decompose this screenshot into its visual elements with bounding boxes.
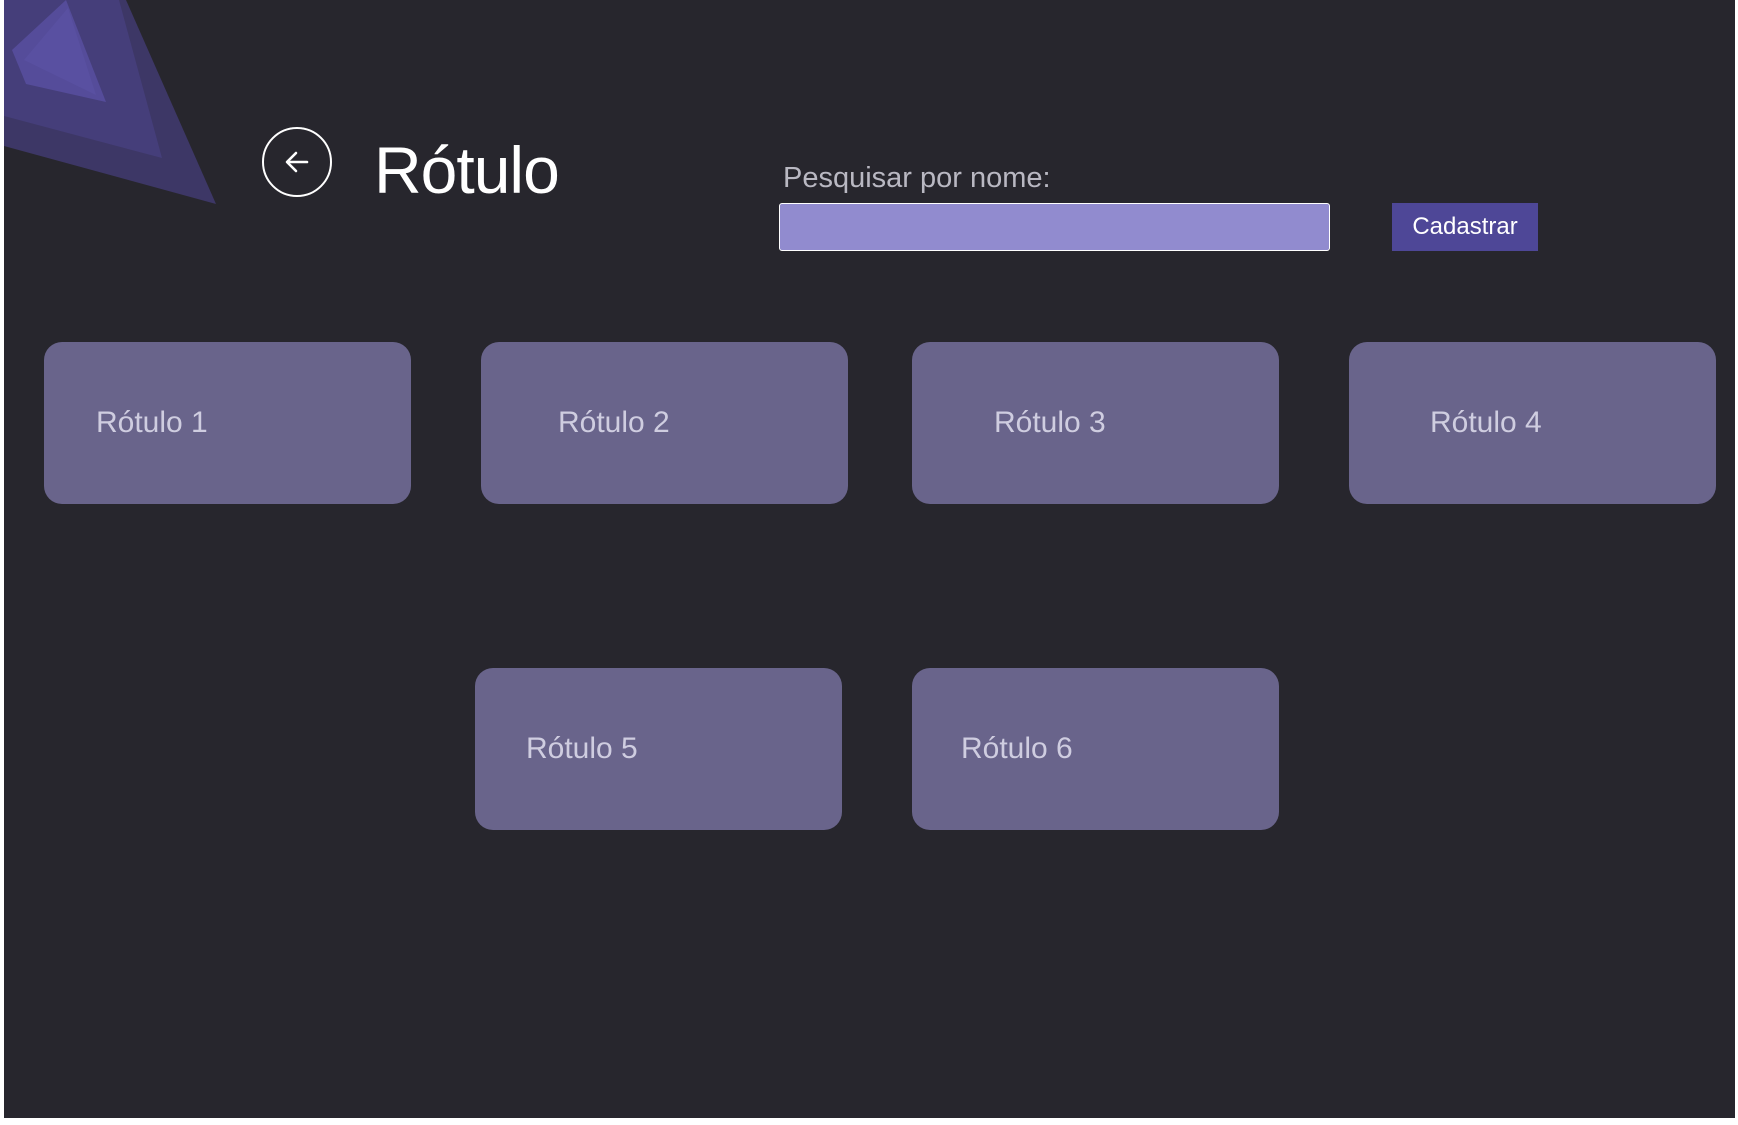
back-button[interactable] — [262, 127, 332, 197]
page-title: Rótulo — [374, 133, 560, 207]
label-card-1[interactable]: Rótulo 1 — [44, 342, 411, 504]
label-card-text: Rótulo 1 — [96, 406, 208, 439]
label-card-text: Rótulo 6 — [961, 732, 1073, 765]
label-card-text: Rótulo 4 — [1430, 406, 1542, 439]
label-card-text: Rótulo 3 — [994, 406, 1106, 439]
label-card-2[interactable]: Rótulo 2 — [481, 342, 848, 504]
label-card-text: Rótulo 2 — [558, 406, 670, 439]
decorative-triangles — [4, 0, 216, 204]
label-card-3[interactable]: Rótulo 3 — [912, 342, 1279, 504]
app-screen: Rótulo Pesquisar por nome: Cadastrar Rót… — [4, 0, 1735, 1118]
search-input[interactable] — [779, 203, 1330, 251]
register-button[interactable]: Cadastrar — [1392, 203, 1538, 251]
search-label: Pesquisar por nome: — [783, 162, 1051, 194]
label-card-5[interactable]: Rótulo 5 — [475, 668, 842, 830]
label-card-text: Rótulo 5 — [526, 732, 638, 765]
arrow-left-icon — [285, 151, 309, 173]
label-card-6[interactable]: Rótulo 6 — [912, 668, 1279, 830]
label-card-4[interactable]: Rótulo 4 — [1349, 342, 1716, 504]
